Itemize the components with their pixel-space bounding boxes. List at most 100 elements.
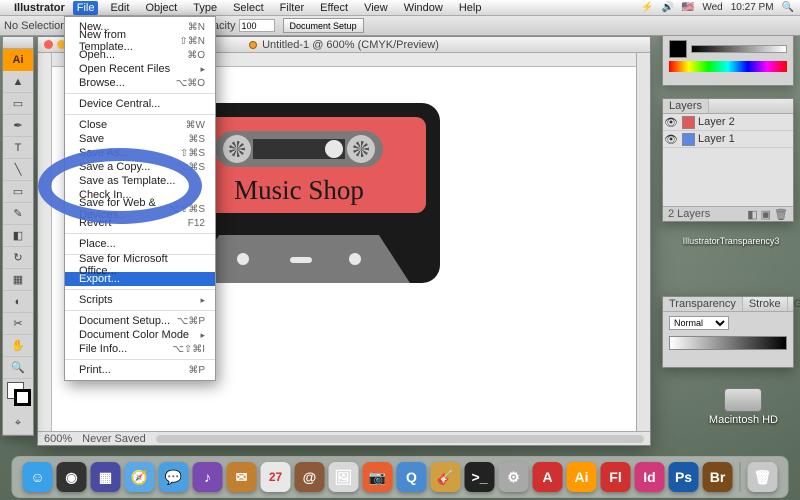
direct-selection-tool[interactable]: ▭ — [3, 93, 33, 115]
color-fill-swatch[interactable] — [669, 40, 687, 58]
type-tool[interactable]: T — [3, 137, 33, 159]
screen-mode-toggle[interactable]: ⌖ — [3, 413, 33, 435]
toolbox-header[interactable] — [3, 37, 33, 49]
scale-tool[interactable]: ↻ — [3, 247, 33, 269]
gradient-tab[interactable]: Gradient — [788, 297, 800, 311]
volume-icon[interactable]: 🔊 — [661, 2, 673, 13]
transparency-panel[interactable]: Transparency Stroke Gradient Normal — [662, 296, 794, 368]
dock-addressbook-icon[interactable]: @ — [295, 462, 325, 492]
dock-quicktime-icon[interactable]: Q — [397, 462, 427, 492]
file-menu-item[interactable]: Save As...⇧⌘S — [65, 146, 215, 160]
file-menu-item[interactable]: Scripts — [65, 293, 215, 307]
blend-mode-select[interactable]: Normal — [669, 316, 729, 330]
menu-effect[interactable]: Effect — [316, 1, 352, 15]
menu-window[interactable]: Window — [400, 1, 447, 15]
color-slider[interactable] — [691, 45, 787, 53]
close-window-icon[interactable] — [44, 40, 53, 49]
hard-drive-desktop-icon[interactable]: Macintosh HD — [709, 388, 778, 426]
menu-help[interactable]: Help — [455, 1, 486, 15]
app-name-label[interactable]: Illustrator — [14, 2, 65, 14]
file-menu-item[interactable]: Close⌘W — [65, 118, 215, 132]
dock-garageband-icon[interactable]: 🎸 — [431, 462, 461, 492]
pencil-tool[interactable]: ✎ — [3, 203, 33, 225]
transparency-tab[interactable]: Transparency — [663, 297, 743, 311]
file-menu-item[interactable]: Save for Web & Devices...⌥⇧⌘S — [65, 202, 215, 216]
opacity-input[interactable] — [239, 19, 275, 32]
menu-type[interactable]: Type — [189, 1, 221, 15]
new-sublayer-icon[interactable]: ◧ — [747, 209, 757, 221]
dock-safari-icon[interactable]: 🧭 — [125, 462, 155, 492]
dock-finder-icon[interactable]: ☺ — [23, 462, 53, 492]
menu-select[interactable]: Select — [229, 1, 268, 15]
scissors-tool[interactable]: ✂ — [3, 313, 33, 335]
toolbox-stroke-swatch[interactable] — [14, 389, 31, 406]
dock-itunes-icon[interactable]: ♪ — [193, 462, 223, 492]
dock-ichat-icon[interactable]: 💬 — [159, 462, 189, 492]
dock-terminal-icon[interactable]: >_ — [465, 462, 495, 492]
file-menu-item[interactable]: Save a Copy...⌥⌘S — [65, 160, 215, 174]
spotlight-icon[interactable]: 🔍 — [782, 2, 794, 13]
dock-dashboard-icon[interactable]: ◉ — [57, 462, 87, 492]
dock-acrobat-icon[interactable]: A — [533, 462, 563, 492]
vertical-ruler[interactable] — [38, 53, 52, 431]
dock-bridge-icon[interactable]: Br — [703, 462, 733, 492]
zoom-level-label[interactable]: 600% — [44, 433, 72, 445]
file-menu-item[interactable]: Print...⌘P — [65, 363, 215, 377]
file-menu-item[interactable]: New from Template...⇧⌘N — [65, 34, 215, 48]
menu-filter[interactable]: Filter — [276, 1, 308, 15]
menu-file[interactable]: File — [73, 1, 99, 15]
menu-edit[interactable]: Edit — [106, 1, 133, 15]
wifi-icon[interactable]: ⚡ — [641, 2, 653, 13]
stroke-tab[interactable]: Stroke — [743, 297, 788, 311]
horizontal-scrollbar[interactable] — [156, 435, 644, 443]
line-tool[interactable]: ╲ — [3, 159, 33, 181]
file-menu-item[interactable]: File Info...⌥⇧⌘I — [65, 342, 215, 356]
dock-photoshop-icon[interactable]: Ps — [669, 462, 699, 492]
clock-day[interactable]: Wed — [702, 2, 722, 13]
clock-time[interactable]: 10:27 PM — [731, 2, 774, 13]
spectrum-ramp[interactable] — [669, 61, 787, 72]
visibility-toggle-icon[interactable]: 👁 — [663, 133, 679, 146]
rectangle-tool[interactable]: ▭ — [3, 181, 33, 203]
fill-stroke-swatches[interactable] — [3, 379, 33, 413]
dock-photobooth-icon[interactable]: 📷 — [363, 462, 393, 492]
menu-view[interactable]: View — [360, 1, 392, 15]
dock-sysprefs-icon[interactable]: ⚙ — [499, 462, 529, 492]
new-layer-icon[interactable]: ▣ — [761, 209, 771, 221]
rotate-tool[interactable]: ◧ — [3, 225, 33, 247]
dock-mail-icon[interactable]: ✉ — [227, 462, 257, 492]
file-menu-item[interactable]: Open Recent Files — [65, 62, 215, 76]
document-setup-button[interactable]: Document Setup — [283, 18, 364, 33]
dock-trash-icon[interactable]: 🗑 — [748, 462, 778, 492]
delete-layer-icon[interactable]: 🗑 — [774, 209, 788, 221]
dock-expose-icon[interactable]: ▦ — [91, 462, 121, 492]
flag-icon[interactable]: 🇺🇸 — [682, 2, 694, 13]
warp-tool[interactable]: ▦ — [3, 269, 33, 291]
layer-row[interactable]: 👁Layer 1 — [663, 131, 793, 148]
file-menu-item[interactable]: Document Setup...⌥⌘P — [65, 314, 215, 328]
pen-tool[interactable]: ✒ — [3, 115, 33, 137]
gradient-tool[interactable]: ◐ — [3, 291, 33, 313]
hand-tool[interactable]: ✋ — [3, 335, 33, 357]
file-menu-item[interactable]: Place... — [65, 237, 215, 251]
file-menu-item[interactable]: Save as Template... — [65, 174, 215, 188]
file-menu-item[interactable]: Document Color Mode — [65, 328, 215, 342]
dock-flash-icon[interactable]: Fl — [601, 462, 631, 492]
zoom-tool[interactable]: 🔍 — [3, 357, 33, 379]
menu-object[interactable]: Object — [141, 1, 181, 15]
gradient-preview[interactable] — [669, 336, 787, 350]
layer-row[interactable]: 👁Layer 2 — [663, 114, 793, 131]
layers-tab[interactable]: Layers — [663, 99, 709, 113]
file-menu-item[interactable]: Device Central... — [65, 97, 215, 111]
dock-preview-icon[interactable]: 🖼 — [329, 462, 359, 492]
layers-panel[interactable]: Layers 👁Layer 2👁Layer 1 2 Layers ◧▣🗑 — [662, 98, 794, 222]
dock-indesign-icon[interactable]: Id — [635, 462, 665, 492]
vertical-scrollbar[interactable] — [636, 53, 650, 431]
file-menu-item[interactable]: Save for Microsoft Office... — [65, 258, 215, 272]
selection-tool[interactable]: ▲ — [3, 71, 33, 93]
visibility-toggle-icon[interactable]: 👁 — [663, 116, 679, 129]
file-menu-item[interactable]: Save⌘S — [65, 132, 215, 146]
dock-ical-icon[interactable]: 27 — [261, 462, 291, 492]
file-menu-item[interactable]: Browse...⌥⌘O — [65, 76, 215, 90]
dock-illustrator-icon[interactable]: Ai — [567, 462, 597, 492]
